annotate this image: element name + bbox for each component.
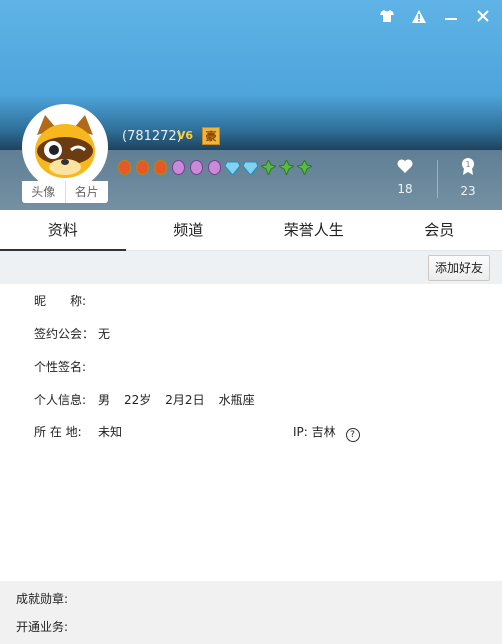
blue-medal-icon[interactable]	[243, 160, 258, 175]
toolbar: 添加好友	[0, 251, 502, 284]
location-value: 未知	[98, 425, 123, 439]
nickname-row: 昵 称:	[34, 292, 98, 309]
zodiac-value: 水瓶座	[218, 393, 255, 407]
avatar-tab-card[interactable]: 名片	[64, 181, 109, 203]
green-medal-icon[interactable]	[261, 160, 276, 175]
close-icon[interactable]	[474, 7, 492, 25]
minimize-icon[interactable]	[442, 7, 460, 25]
signature-row: 个性签名:	[34, 358, 98, 375]
purple-medal-icon[interactable]	[207, 160, 222, 175]
purple-medal-icon[interactable]	[171, 160, 186, 175]
signature-label: 个性签名:	[34, 360, 87, 374]
add-friend-button[interactable]: 添加好友	[427, 255, 490, 281]
birthday-value: 2月2日	[165, 393, 205, 407]
likes-stat[interactable]: 18	[385, 158, 425, 196]
services-label: 开通业务:	[16, 620, 69, 634]
honor-stat[interactable]: 1 23	[448, 158, 488, 198]
red-medal-icon[interactable]	[153, 160, 168, 175]
medal-row	[117, 160, 312, 175]
avatar-tabs: 头像 名片	[22, 181, 108, 203]
raccoon-mascot-icon	[25, 107, 105, 187]
ip-label: IP:	[293, 425, 308, 439]
green-medal-icon[interactable]	[279, 160, 294, 175]
location-label: 所 在 地:	[34, 425, 82, 439]
achievements-label: 成就勋章:	[16, 592, 69, 606]
stats-divider	[437, 160, 438, 198]
tab-channel[interactable]: 频道	[126, 210, 252, 250]
help-icon[interactable]: ?	[345, 428, 360, 442]
user-id: (781272)	[122, 129, 182, 144]
tab-info[interactable]: 资料	[0, 210, 126, 251]
hao-badge[interactable]: 豪	[202, 127, 220, 145]
personal-info-row: 个人信息: 男 22岁 2月2日 水瓶座	[34, 391, 255, 408]
guild-value: 无	[98, 327, 111, 341]
vip-level-badge[interactable]: V6	[176, 127, 194, 143]
svg-text:1: 1	[465, 160, 470, 169]
age-value: 22岁	[124, 393, 152, 407]
nickname-label: 昵 称:	[34, 294, 87, 308]
blue-medal-icon[interactable]	[225, 160, 240, 175]
profile-tabs: 资料 频道 荣誉人生 会员	[0, 210, 502, 251]
ip-row: IP: 吉林 ?	[293, 423, 360, 442]
award-icon: 1	[462, 158, 474, 175]
ip-value: 吉林	[311, 425, 336, 439]
likes-count: 18	[397, 182, 413, 196]
avatar-tab-photo[interactable]: 头像	[22, 181, 65, 203]
honor-count: 23	[460, 184, 476, 198]
tab-honor-life[interactable]: 荣誉人生	[251, 210, 377, 250]
window-controls	[378, 7, 492, 25]
shirt-icon[interactable]	[378, 7, 396, 25]
guild-label: 签约公会：	[34, 327, 95, 341]
footer: 成就勋章: 开通业务:	[0, 581, 502, 644]
personal-info-label: 个人信息:	[34, 393, 87, 407]
guild-row: 签约公会：无	[34, 325, 110, 342]
red-medal-icon[interactable]	[135, 160, 150, 175]
green-medal-icon[interactable]	[297, 160, 312, 175]
gender-value: 男	[98, 393, 111, 407]
location-row: 所 在 地: 未知	[34, 423, 122, 440]
warning-icon[interactable]	[410, 7, 428, 25]
purple-medal-icon[interactable]	[189, 160, 204, 175]
tab-member[interactable]: 会员	[377, 210, 502, 250]
heart-icon	[397, 159, 413, 173]
avatar[interactable]	[22, 104, 108, 190]
red-medal-icon[interactable]	[117, 160, 132, 175]
